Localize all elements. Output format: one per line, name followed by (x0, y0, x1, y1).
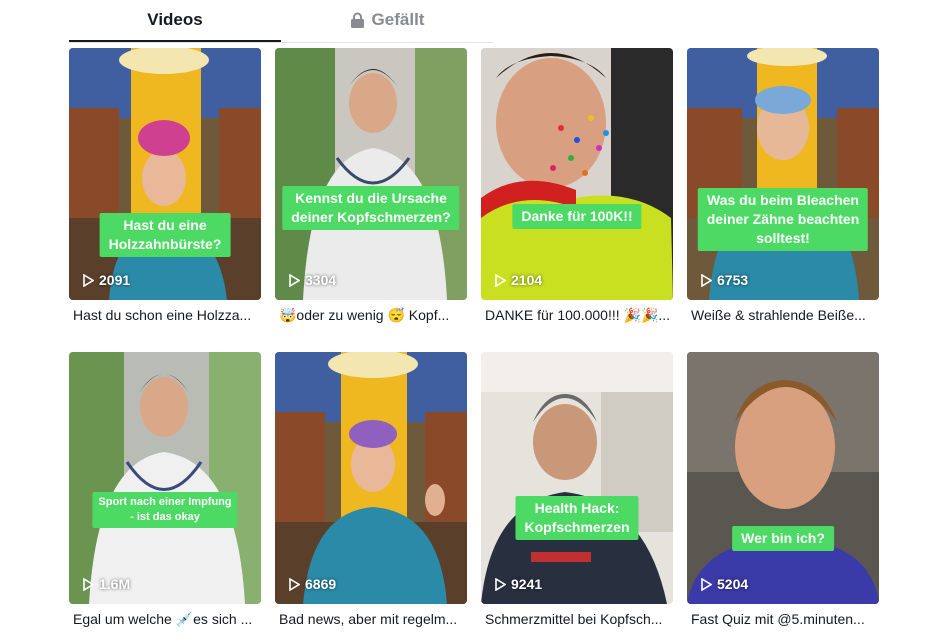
video-scene-image (69, 352, 261, 604)
caption-line: Hast du eine (123, 217, 207, 233)
view-count-value: 5204 (717, 576, 749, 592)
caption-line: deiner Zähne beachten (706, 211, 860, 227)
video-scene-image (275, 48, 467, 300)
caption-line: Wer bin ich? (741, 530, 825, 546)
video-scene-image (687, 352, 879, 604)
play-icon (289, 577, 300, 591)
video-title[interactable]: Weiße & strahlende Beiße... (691, 307, 879, 323)
view-count: 1.6M (83, 576, 130, 592)
video-card[interactable]: Hast du eine Holzzahnbürste? 2091 Hast d… (69, 48, 261, 338)
video-scene-image (481, 352, 673, 604)
video-title[interactable]: 🤯oder zu wenig 😴 Kopf... (279, 307, 467, 324)
video-scene-image (69, 48, 261, 300)
video-scene-image (275, 352, 467, 604)
view-count: 2091 (83, 272, 130, 288)
video-scene-image (481, 48, 673, 300)
caption-line: Sport nach einer Impfung (98, 496, 232, 508)
video-caption: Wer bin ich? (732, 526, 834, 551)
caption-line: Health Hack: (534, 500, 620, 516)
tab-liked[interactable]: Gefällt (281, 0, 493, 40)
caption-line: Danke für 100K!! (521, 208, 633, 224)
video-thumbnail[interactable]: Wer bin ich? 5204 (687, 352, 879, 604)
video-caption: Hast du eine Holzzahnbürste? (99, 213, 231, 257)
video-caption: Health Hack: Kopfschmerzen (515, 496, 639, 540)
video-title[interactable]: Fast Quiz mit @5.minuten... (691, 611, 879, 627)
view-count: 6869 (289, 576, 336, 592)
lock-icon (350, 12, 364, 28)
video-card[interactable]: Wer bin ich? 5204 Fast Quiz mit @5.minut… (687, 352, 879, 642)
video-scene-image (687, 48, 879, 300)
video-card[interactable]: Sport nach einer Impfung - ist das okay … (69, 352, 261, 642)
view-count-value: 2104 (511, 272, 543, 288)
video-caption: Was du beim Bleachen deiner Zähne beacht… (697, 188, 869, 251)
view-count-value: 2091 (99, 272, 131, 288)
video-thumbnail[interactable]: Health Hack: Kopfschmerzen 9241 (481, 352, 673, 604)
view-count: 6753 (701, 272, 748, 288)
video-thumbnail[interactable]: Kennst du die Ursache deiner Kopfschmerz… (275, 48, 467, 300)
tab-videos[interactable]: Videos (69, 0, 281, 42)
video-card[interactable]: 6869 Bad news, aber mit regelm... (275, 352, 467, 642)
video-thumbnail[interactable]: Was du beim Bleachen deiner Zähne beacht… (687, 48, 879, 300)
video-card[interactable]: Danke für 100K!! 2104 DANKE für 100.000!… (481, 48, 673, 338)
view-count-value: 6753 (717, 272, 749, 288)
profile-tabs: Videos Gefällt (69, 0, 493, 43)
video-title[interactable]: Hast du schon eine Holzza... (73, 307, 261, 323)
video-thumbnail[interactable]: Hast du eine Holzzahnbürste? 2091 (69, 48, 261, 300)
caption-line: Was du beim Bleachen (707, 192, 859, 208)
play-icon (701, 577, 712, 591)
video-title[interactable]: Schmerzmittel bei Kopfsch... (485, 611, 673, 627)
play-icon (495, 577, 506, 591)
caption-line: Kopfschmerzen (524, 519, 630, 535)
view-count: 2104 (495, 272, 542, 288)
view-count-value: 3304 (305, 272, 337, 288)
video-title[interactable]: DANKE für 100.000!!! 🎉🎉... (485, 307, 673, 324)
caption-line: - ist das okay (130, 511, 200, 523)
tab-liked-label: Gefällt (371, 10, 425, 29)
play-icon (289, 273, 300, 287)
view-count: 3304 (289, 272, 336, 288)
caption-line: Holzzahnbürste? (108, 236, 222, 252)
caption-line: Kennst du die Ursache (295, 190, 447, 206)
video-card[interactable]: Kennst du die Ursache deiner Kopfschmerz… (275, 48, 467, 338)
video-thumbnail[interactable]: 6869 (275, 352, 467, 604)
play-icon (495, 273, 506, 287)
video-caption: Danke für 100K!! (512, 204, 642, 229)
play-icon (83, 273, 94, 287)
video-caption: Sport nach einer Impfung - ist das okay (92, 492, 238, 528)
video-title[interactable]: Egal um welche 💉es sich ... (73, 611, 261, 628)
video-title[interactable]: Bad news, aber mit regelm... (279, 611, 467, 627)
view-count: 9241 (495, 576, 542, 592)
video-card[interactable]: Health Hack: Kopfschmerzen 9241 Schmerzm… (481, 352, 673, 642)
view-count-value: 9241 (511, 576, 543, 592)
view-count-value: 1.6M (99, 576, 131, 592)
view-count: 5204 (701, 576, 748, 592)
video-card[interactable]: Was du beim Bleachen deiner Zähne beacht… (687, 48, 879, 338)
video-thumbnail[interactable]: Sport nach einer Impfung - ist das okay … (69, 352, 261, 604)
caption-line: solltest! (756, 230, 810, 246)
video-caption: Kennst du die Ursache deiner Kopfschmerz… (282, 186, 460, 230)
video-thumbnail[interactable]: Danke für 100K!! 2104 (481, 48, 673, 300)
play-icon (83, 577, 94, 591)
view-count-value: 6869 (305, 576, 337, 592)
caption-line: deiner Kopfschmerzen? (291, 209, 451, 225)
play-icon (701, 273, 712, 287)
